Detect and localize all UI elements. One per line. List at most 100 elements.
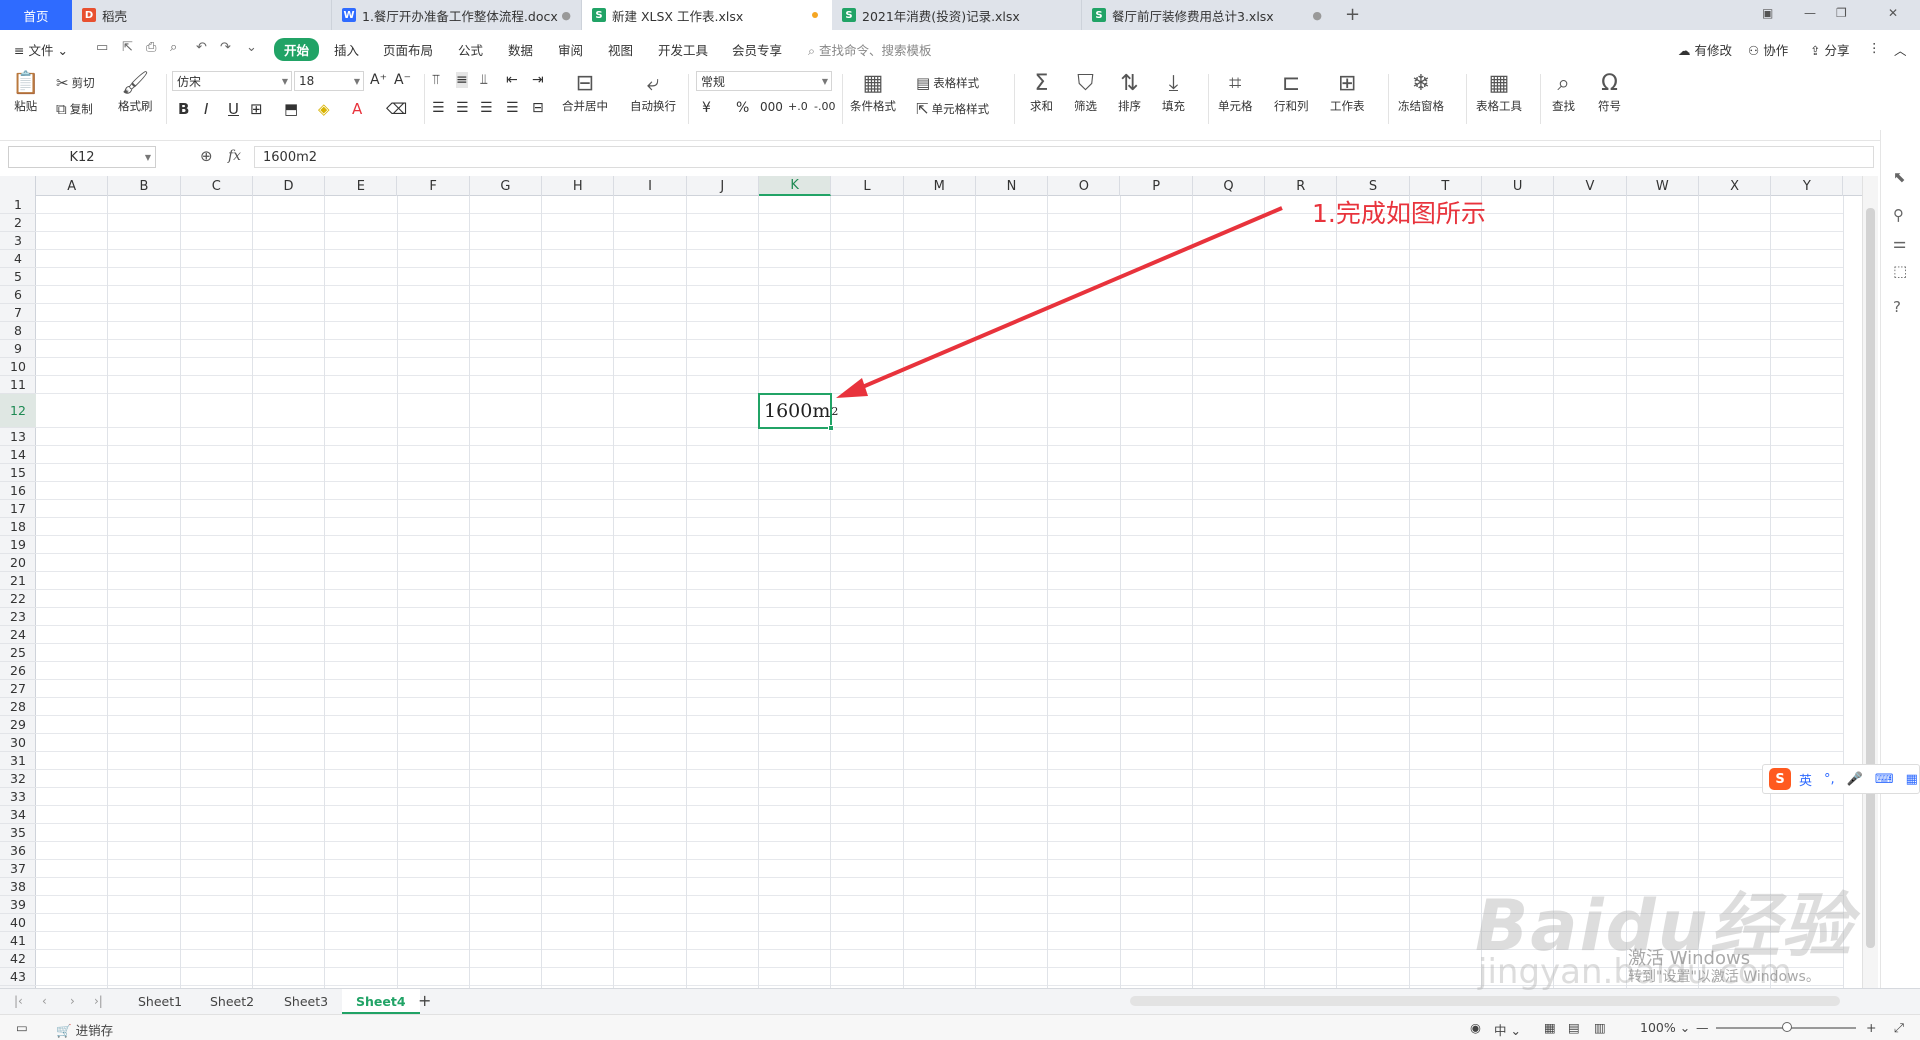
column-header-i[interactable]: I [614, 176, 687, 196]
cut-button[interactable]: ✂ 剪切 [56, 74, 95, 92]
save-icon[interactable]: ▭ [96, 40, 108, 55]
window-count-icon[interactable]: ▣ [1762, 6, 1773, 20]
row-header[interactable]: 34 [0, 806, 36, 824]
row-header[interactable]: 43 [0, 968, 36, 986]
column-header-c[interactable]: C [181, 176, 253, 196]
menu-insert[interactable]: 插入 [334, 40, 359, 59]
help-icon[interactable]: ? [1893, 298, 1901, 316]
fullscreen-icon[interactable]: ⤢ [1894, 1020, 1904, 1036]
row-header[interactable]: 19 [0, 536, 36, 554]
indent-decrease-icon[interactable]: ⇤ [506, 72, 518, 88]
align-bottom-icon[interactable]: ⫫ [480, 72, 488, 88]
row-header[interactable]: 10 [0, 358, 36, 376]
share-button[interactable]: ⇪ 分享 [1810, 40, 1849, 59]
vertical-scrollbar[interactable] [1862, 176, 1878, 988]
font-size-select[interactable]: 18 ▼ [294, 71, 364, 91]
row-header[interactable]: 35 [0, 824, 36, 842]
align-top-icon[interactable]: ⫪ [432, 72, 440, 88]
menu-vip[interactable]: 会员专享 [732, 40, 782, 59]
column-header-b[interactable]: B [108, 176, 181, 196]
align-right-icon[interactable]: ☰ [480, 100, 493, 116]
paste-button[interactable]: 📋 粘贴 [12, 70, 39, 114]
column-header-v[interactable]: V [1554, 176, 1627, 196]
new-tab-plus-icon[interactable]: + [1345, 4, 1360, 25]
sheet-tab-1[interactable]: Sheet1 [138, 994, 182, 1009]
page-break-view-icon[interactable]: ▥ [1594, 1020, 1606, 1035]
restore-icon[interactable]: ❐ [1836, 6, 1847, 20]
row-header[interactable]: 18 [0, 518, 36, 536]
eye-protect-icon[interactable]: ◉ [1470, 1020, 1481, 1035]
worksheet-button[interactable]: ⊞ 工作表 [1330, 70, 1365, 114]
column-header-o[interactable]: O [1048, 176, 1121, 196]
row-header[interactable]: 38 [0, 878, 36, 896]
conditional-format-button[interactable]: ▦ 条件格式 [850, 70, 896, 114]
zoom-out-icon[interactable]: — [1696, 1020, 1709, 1035]
close-icon[interactable]: ● [561, 9, 571, 22]
menu-formula[interactable]: 公式 [458, 40, 483, 59]
italic-icon[interactable]: I [204, 100, 208, 118]
column-header-s[interactable]: S [1337, 176, 1410, 196]
undo-icon[interactable]: ↶ [196, 40, 207, 55]
row-header[interactable]: 37 [0, 860, 36, 878]
bold-icon[interactable]: B [178, 100, 189, 118]
row-header[interactable]: 22 [0, 590, 36, 608]
row-header[interactable]: 24 [0, 626, 36, 644]
tab-doc-4[interactable]: S 餐厅前厅装修费用总计3.xlsx ● [1082, 0, 1332, 30]
has-changes-button[interactable]: ☁ 有修改 [1678, 40, 1732, 59]
menu-data[interactable]: 数据 [508, 40, 533, 59]
collab-button[interactable]: ⚇ 协作 [1748, 40, 1788, 59]
ime-toolbar[interactable]: S 英 °, 🎤 ⌨ ▦ [1762, 764, 1920, 794]
column-header-m[interactable]: M [904, 176, 976, 196]
menu-view[interactable]: 视图 [608, 40, 633, 59]
cell-style-icon[interactable]: ⬒ [284, 100, 298, 118]
more-icon[interactable]: ⋮ [1868, 40, 1881, 55]
vertical-scroll-thumb[interactable] [1866, 208, 1875, 948]
row-header[interactable]: 23 [0, 608, 36, 626]
cell-style-button[interactable]: ⇱ 单元格样式 [916, 100, 989, 118]
align-middle-icon[interactable]: ≡ [456, 72, 468, 88]
menu-review[interactable]: 审阅 [558, 40, 583, 59]
column-header-w[interactable]: W [1627, 176, 1699, 196]
column-header-r[interactable]: R [1265, 176, 1338, 196]
merge-center-button[interactable]: ⊟ 合并居中 [562, 70, 608, 114]
column-header-e[interactable]: E [325, 176, 398, 196]
close-window-icon[interactable]: ✕ [1888, 6, 1898, 20]
selected-cell-k12[interactable]: 1600m 2 [758, 393, 838, 429]
select-cursor-icon[interactable]: ⬉ [1893, 168, 1906, 186]
row-header[interactable]: 33 [0, 788, 36, 806]
format-painter-button[interactable]: 🖌 格式刷 [118, 70, 153, 114]
zoom-level[interactable]: 100% ⌄ [1640, 1020, 1690, 1035]
row-header[interactable]: 32 [0, 770, 36, 788]
row-header[interactable]: 13 [0, 428, 36, 446]
row-header[interactable]: 40 [0, 914, 36, 932]
currency-icon[interactable]: ¥ [702, 100, 711, 116]
distribute-icon[interactable]: ⊟ [532, 100, 544, 116]
page-layout-view-icon[interactable]: ▤ [1568, 1020, 1580, 1035]
invoicing-button[interactable]: 🛒 进销存 [56, 1020, 113, 1039]
sheet-tab-3[interactable]: Sheet3 [284, 994, 328, 1009]
column-header-d[interactable]: D [253, 176, 326, 196]
select-all-corner[interactable] [0, 176, 36, 196]
row-header[interactable]: 39 [0, 896, 36, 914]
column-header-u[interactable]: U [1482, 176, 1555, 196]
insert-function-button[interactable]: fx [228, 148, 241, 164]
row-header[interactable]: 41 [0, 932, 36, 950]
column-header-p[interactable]: P [1121, 176, 1193, 196]
customize-dropdown-icon[interactable]: ⌄ [246, 40, 257, 55]
row-header[interactable]: 25 [0, 644, 36, 662]
cell-button[interactable]: ⌗ 单元格 [1218, 70, 1253, 114]
close-icon[interactable]: ● [1312, 9, 1322, 22]
normal-view-icon[interactable]: ▦ [1544, 1020, 1556, 1035]
column-header-q[interactable]: Q [1193, 176, 1266, 196]
row-header[interactable]: 21 [0, 572, 36, 590]
align-left-icon[interactable]: ☰ [432, 100, 445, 116]
fill-button[interactable]: ⤓ 填充 [1162, 70, 1185, 114]
column-header-t[interactable]: T [1410, 176, 1482, 196]
row-col-button[interactable]: ⊏ 行和列 [1274, 70, 1309, 114]
row-header[interactable]: 16 [0, 482, 36, 500]
redo-icon[interactable]: ↷ [220, 40, 231, 55]
row-header[interactable]: 30 [0, 734, 36, 752]
spreadsheet-grid[interactable]: ABCDEFGHIJKLMNOPQRSTUVWXY 1 2 3 4 5 6 7 8 9 10 11 1… [0, 176, 1862, 988]
row-header[interactable]: 2 [0, 214, 36, 232]
filter-button[interactable]: ⛉ 筛选 [1074, 70, 1097, 114]
